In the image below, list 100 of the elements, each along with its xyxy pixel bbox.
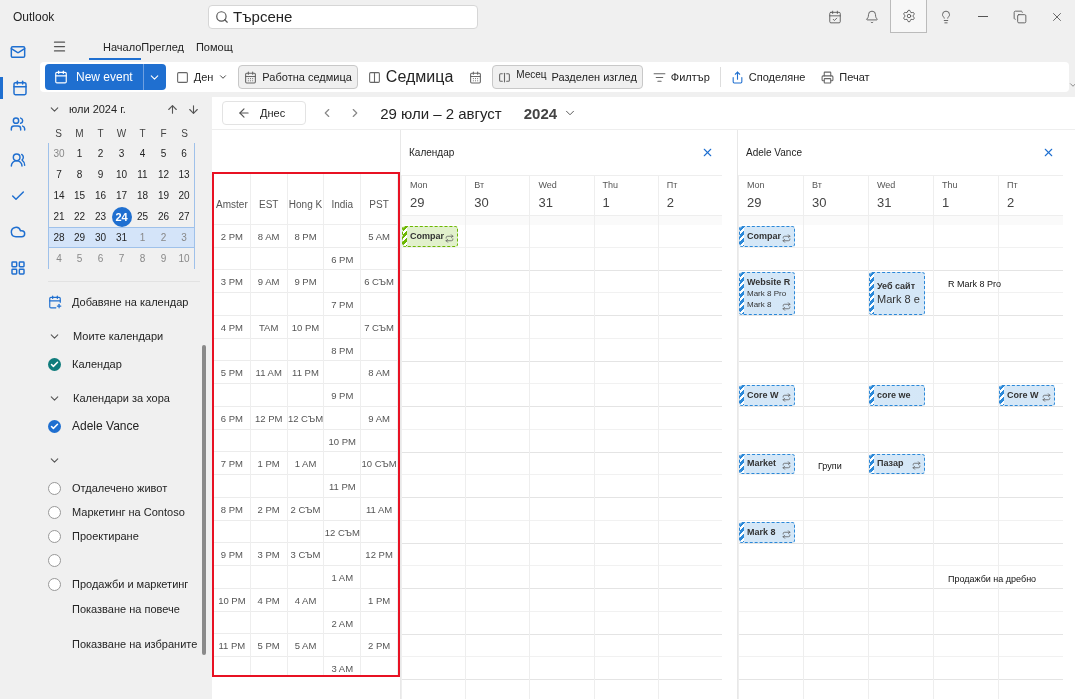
weekday-label: Wed	[538, 180, 558, 190]
radio-circle[interactable]	[48, 577, 61, 591]
calendar-day[interactable]: 2	[90, 143, 111, 164]
calendar-day[interactable]: 23	[90, 206, 111, 227]
calendar-name[interactable]: Маркетинг на Contoso	[72, 506, 185, 518]
today-button[interactable]: Днес	[222, 101, 307, 125]
groups-icon	[10, 152, 26, 168]
repeat-icon	[912, 461, 921, 471]
radio-circle[interactable]	[48, 553, 61, 567]
calendar-day[interactable]: 19	[153, 185, 174, 206]
event-block[interactable]: Compar	[739, 226, 795, 247]
calendar-day[interactable]: 28	[48, 227, 69, 248]
event-block[interactable]: Core W	[739, 385, 795, 406]
add-calendar-link[interactable]: Добавяне на календар	[72, 296, 189, 308]
calendar-name[interactable]: Продажби и маркетинг	[72, 578, 189, 590]
view-button[interactable]: Филтър	[646, 65, 716, 89]
scrollbar[interactable]	[202, 345, 206, 655]
calendar-day[interactable]: 9	[90, 164, 111, 185]
event-block[interactable]: Mark 8	[739, 521, 795, 543]
time-label: 2 PM	[368, 639, 391, 654]
calendar-day[interactable]: 18	[132, 185, 153, 206]
time-label: 6 СЪМ	[364, 275, 395, 290]
calendar-view-icon	[498, 70, 512, 84]
calendar-day[interactable]: 20	[174, 185, 195, 206]
calendar-day[interactable]: 31	[111, 227, 132, 248]
year-button[interactable]: 2024	[523, 104, 578, 122]
calendar-view-icon	[469, 70, 483, 84]
calendar-day[interactable]: 26	[153, 206, 174, 227]
chevron-down-icon[interactable]	[1068, 80, 1075, 90]
calendar-day[interactable]: 10	[111, 164, 132, 185]
event-block[interactable]: Market	[739, 453, 795, 475]
ribbon-tab[interactable]: Начало	[89, 33, 142, 60]
calendar-day[interactable]: 1	[69, 143, 90, 164]
calendar-day[interactable]: 29	[69, 227, 90, 248]
event-block[interactable]: Core W	[999, 385, 1055, 406]
calendar-day[interactable]: 30	[90, 227, 111, 248]
event-block[interactable]: Пазар	[869, 453, 925, 475]
time-label: 1 PM	[368, 593, 391, 608]
radio-circle[interactable]	[48, 529, 61, 543]
calendar-day[interactable]: 4	[132, 143, 153, 164]
time-label: 5 PM	[220, 366, 243, 381]
calendar-day[interactable]: 5	[153, 143, 174, 164]
calendar-day[interactable]: 24	[111, 206, 132, 227]
settings-button[interactable]	[890, 0, 927, 33]
view-button[interactable]: Работна седмица	[238, 65, 358, 89]
event-block[interactable]: Website R Mark 8 Pro Mark 8	[739, 271, 795, 315]
calendar-day[interactable]: 15	[69, 185, 90, 206]
show-selected-link[interactable]: Показване на избраните	[72, 638, 212, 656]
calendar-icon	[11, 80, 28, 96]
time-label: 5 AM	[294, 639, 317, 654]
event-block[interactable]: core we	[869, 385, 925, 406]
calendar-day[interactable]: 13	[174, 164, 195, 185]
time-label: 1 AM	[294, 457, 317, 472]
time-label: 11 PM	[328, 480, 356, 495]
event-block[interactable]: Compar	[402, 226, 458, 247]
calendar-day[interactable]: 22	[69, 206, 90, 227]
time-zone-label: Hong K	[287, 198, 324, 212]
view-button[interactable]: Седмица	[361, 65, 460, 89]
calendar-name[interactable]: Проектиране	[72, 530, 139, 542]
search-field[interactable]: Търсене	[208, 4, 478, 29]
filter-icon	[652, 70, 666, 84]
calendar-name[interactable]: Adele Vance	[72, 419, 140, 433]
calendar-day[interactable]: 14	[48, 185, 69, 206]
calendar-name[interactable]: Календар	[72, 358, 122, 370]
close-icon[interactable]	[1042, 146, 1055, 159]
view-button[interactable]: Ден	[169, 65, 235, 89]
radio-circle[interactable]	[48, 505, 61, 519]
weekday-label: Wed	[877, 180, 897, 190]
calendar-day[interactable]: 7	[48, 164, 69, 185]
menu-icon[interactable]	[52, 39, 67, 54]
view-button[interactable]: Печат	[815, 65, 876, 89]
mail-icon	[10, 44, 26, 60]
checked-circle-icon[interactable]	[48, 357, 61, 371]
calendar-view-icon	[175, 70, 189, 84]
ribbon-tab[interactable]: Помощ	[195, 33, 233, 60]
calendar-day[interactable]: 16	[90, 185, 111, 206]
show-more-link[interactable]: Показване на повече	[72, 603, 212, 621]
date-label: 31	[877, 195, 893, 210]
event-text: Compar	[747, 230, 781, 242]
calendar-day[interactable]: 3	[111, 143, 132, 164]
close-icon[interactable]	[701, 146, 714, 159]
calendar-day[interactable]: 12	[153, 164, 174, 185]
arrow-up-icon[interactable]	[166, 102, 179, 116]
checked-circle-icon[interactable]	[48, 419, 61, 433]
calendar-day[interactable]: 8	[69, 164, 90, 185]
calendar-day[interactable]: 6	[174, 143, 195, 164]
view-button[interactable]: Месец Разделен изглед	[492, 65, 643, 89]
calendar-day[interactable]: 11	[132, 164, 153, 185]
new-event-button[interactable]: New event	[45, 64, 166, 90]
calendar-title: Adele Vance	[746, 147, 802, 158]
arrow-down-icon[interactable]	[187, 102, 200, 116]
weekday-label: T	[96, 126, 105, 141]
calendar-day[interactable]: 25	[132, 206, 153, 227]
calendar-name[interactable]: Отдалечено живот	[72, 482, 168, 494]
event-block[interactable]: Уеб сайт Mark 8 e	[869, 271, 925, 315]
radio-circle[interactable]	[48, 481, 61, 495]
ribbon-tab[interactable]: Преглед	[141, 33, 184, 60]
calendar-day[interactable]: 17	[111, 185, 132, 206]
time-label: 7 PM	[331, 298, 354, 313]
view-button[interactable]: Споделяне	[724, 65, 812, 89]
